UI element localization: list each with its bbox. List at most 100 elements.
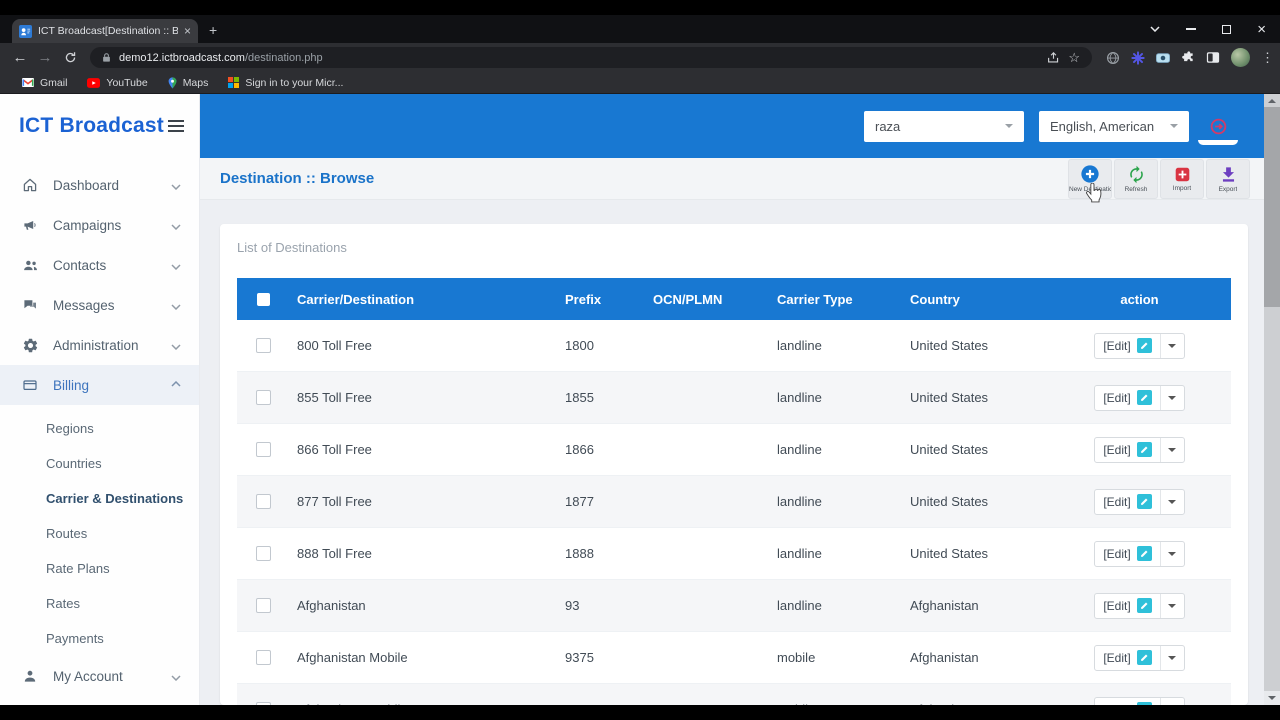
users-icon — [22, 257, 40, 274]
sidebar-item-messages[interactable]: Messages — [0, 285, 199, 325]
hamburger-menu-icon[interactable] — [168, 120, 184, 132]
logout-underline — [1198, 140, 1238, 145]
edit-button[interactable]: [Edit] — [1095, 542, 1159, 566]
import-button[interactable]: Import — [1160, 158, 1204, 199]
column-prefix[interactable]: Prefix — [557, 292, 645, 307]
select-all-checkbox[interactable] — [256, 292, 270, 306]
tab-title: ICT Broadcast[Destination :: Brow — [38, 25, 178, 37]
edit-dropdown-button[interactable] — [1159, 697, 1184, 705]
extension-starburst-icon[interactable] — [1131, 50, 1145, 65]
new-tab-button[interactable]: + — [209, 22, 217, 38]
submenu-item-regions[interactable]: Regions — [0, 411, 199, 446]
forward-icon[interactable]: → — [33, 43, 57, 72]
edit-dropdown-button[interactable] — [1159, 437, 1184, 462]
select-caret-icon — [1170, 124, 1178, 132]
caret-down-icon — [1168, 343, 1177, 352]
edit-button[interactable]: [Edit] — [1095, 438, 1159, 462]
sidebar-item-contacts[interactable]: Contacts — [0, 245, 199, 285]
scrollbar-up-arrow[interactable] — [1264, 94, 1280, 107]
chevron-down-icon — [171, 298, 181, 313]
edit-button[interactable]: [Edit] — [1095, 646, 1159, 670]
column-country[interactable]: Country — [902, 292, 1048, 307]
billing-submenu: Regions Countries Carrier & Destinations… — [0, 411, 199, 656]
bookmark-microsoft[interactable]: Sign in to your Micr... — [228, 77, 343, 89]
row-checkbox[interactable] — [255, 338, 271, 353]
side-panel-icon[interactable] — [1206, 51, 1220, 64]
edit-dropdown-button[interactable] — [1159, 333, 1184, 358]
profile-avatar[interactable] — [1231, 48, 1250, 67]
scrollbar-down-arrow[interactable] — [1264, 691, 1280, 705]
refresh-button[interactable]: Refresh — [1114, 158, 1158, 199]
browser-menu-kebab-icon[interactable]: ⋮ — [1261, 50, 1274, 66]
edit-dropdown-button[interactable] — [1159, 541, 1184, 566]
edit-dropdown-button[interactable] — [1159, 593, 1184, 618]
page-scrollbar[interactable] — [1264, 94, 1280, 705]
app-logo[interactable]: ICT Broadcast — [19, 114, 164, 138]
logout-button[interactable] — [1195, 107, 1241, 145]
column-ocn-plmn[interactable]: OCN/PLMN — [645, 292, 769, 307]
sidebar-item-billing[interactable]: Billing — [0, 365, 199, 405]
submenu-item-payments[interactable]: Payments — [0, 621, 199, 656]
column-carrier-type[interactable]: Carrier Type — [769, 292, 902, 307]
sidebar-item-administration[interactable]: Administration — [0, 325, 199, 365]
column-carrier-destination[interactable]: Carrier/Destination — [289, 292, 557, 307]
row-checkbox[interactable] — [255, 494, 271, 509]
cell-country: United States — [910, 546, 989, 561]
edit-dropdown-button[interactable] — [1159, 385, 1184, 410]
table-header: Carrier/Destination Prefix OCN/PLMN Carr… — [237, 278, 1231, 320]
edit-dropdown-button[interactable] — [1159, 489, 1184, 514]
bookmark-gmail[interactable]: Gmail — [22, 77, 67, 89]
row-checkbox[interactable] — [255, 598, 271, 613]
submenu-item-rate-plans[interactable]: Rate Plans — [0, 551, 199, 586]
row-checkbox[interactable] — [255, 390, 271, 405]
maps-pin-icon — [168, 76, 177, 89]
cell-carrier-destination: 855 Toll Free — [297, 390, 372, 405]
share-icon[interactable] — [1047, 51, 1060, 64]
edit-button[interactable]: [Edit] — [1095, 698, 1159, 705]
cell-carrier-type: mobile — [777, 650, 816, 665]
back-icon[interactable]: ← — [8, 43, 32, 72]
export-button[interactable]: Export — [1206, 158, 1250, 199]
submenu-item-rates[interactable]: Rates — [0, 586, 199, 621]
bookmark-maps[interactable]: Maps — [168, 76, 208, 89]
sidebar-item-my-account[interactable]: My Account — [0, 656, 199, 696]
submenu-item-countries[interactable]: Countries — [0, 446, 199, 481]
reload-icon[interactable] — [58, 43, 82, 72]
extensions-puzzle-icon[interactable] — [1181, 50, 1195, 65]
window-close-button[interactable]: × — [1257, 22, 1266, 37]
extension-camera-icon[interactable] — [1156, 52, 1170, 64]
submenu-item-routes[interactable]: Routes — [0, 516, 199, 551]
edit-button-label: [Edit] — [1103, 338, 1131, 353]
row-checkbox[interactable] — [255, 442, 271, 457]
window-minimize-button[interactable] — [1186, 28, 1197, 30]
language-select[interactable]: English, American — [1039, 110, 1189, 142]
edit-split-button: [Edit] — [1094, 436, 1185, 463]
sidebar-item-campaigns[interactable]: Campaigns — [0, 205, 199, 245]
cell-prefix: 1855 — [565, 390, 594, 405]
edit-button[interactable]: [Edit] — [1095, 334, 1159, 358]
submenu-item-carrier-destinations[interactable]: Carrier & Destinations — [0, 481, 199, 516]
edit-split-button: [Edit] — [1094, 644, 1185, 671]
edit-split-button: [Edit] — [1094, 332, 1185, 359]
user-select[interactable]: raza — [864, 110, 1024, 142]
destinations-card: List of Destinations Carrier/Destination… — [220, 224, 1248, 705]
person-icon — [22, 668, 40, 684]
scrollbar-thumb[interactable] — [1264, 107, 1280, 307]
browser-tab[interactable]: ICT Broadcast[Destination :: Brow × — [12, 19, 198, 43]
tab-search-chevron-icon[interactable] — [1150, 26, 1160, 32]
url-bar[interactable]: demo12.ictbroadcast.com/destination.php … — [90, 47, 1092, 68]
row-checkbox[interactable] — [255, 650, 271, 665]
edit-button[interactable]: [Edit] — [1095, 594, 1159, 618]
bookmark-youtube[interactable]: YouTube — [87, 77, 148, 89]
edit-button[interactable]: [Edit] — [1095, 386, 1159, 410]
edit-dropdown-button[interactable] — [1159, 645, 1184, 670]
edit-button[interactable]: [Edit] — [1095, 490, 1159, 514]
row-checkbox[interactable] — [255, 546, 271, 561]
tab-close-icon[interactable]: × — [184, 25, 191, 37]
cell-country: Afghanistan — [910, 598, 979, 613]
window-maximize-button[interactable] — [1222, 24, 1232, 34]
sidebar-item-dashboard[interactable]: Dashboard — [0, 165, 199, 205]
globe-icon[interactable] — [1106, 51, 1120, 65]
bookmark-star-icon[interactable]: ☆ — [1068, 50, 1080, 66]
table-row: 888 Toll Free 1888 landline United State… — [237, 528, 1231, 580]
